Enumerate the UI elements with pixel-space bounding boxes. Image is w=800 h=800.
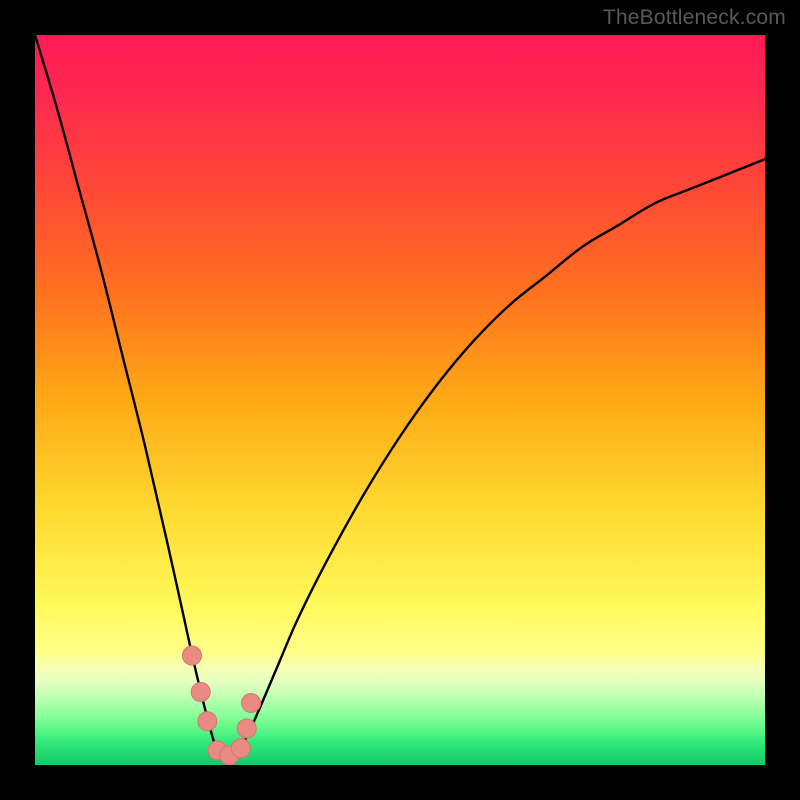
- marker-point: [237, 719, 256, 738]
- chart-frame: TheBottleneck.com: [0, 0, 800, 800]
- marker-point: [198, 712, 217, 731]
- watermark-text: TheBottleneck.com: [603, 6, 786, 30]
- curve-layer: [35, 35, 765, 765]
- plot-area: [35, 35, 765, 765]
- marker-point: [191, 683, 210, 702]
- bottleneck-curve: [35, 35, 765, 759]
- marker-point: [242, 693, 261, 712]
- marker-point: [231, 739, 250, 758]
- highlighted-points: [182, 646, 260, 765]
- marker-point: [182, 646, 201, 665]
